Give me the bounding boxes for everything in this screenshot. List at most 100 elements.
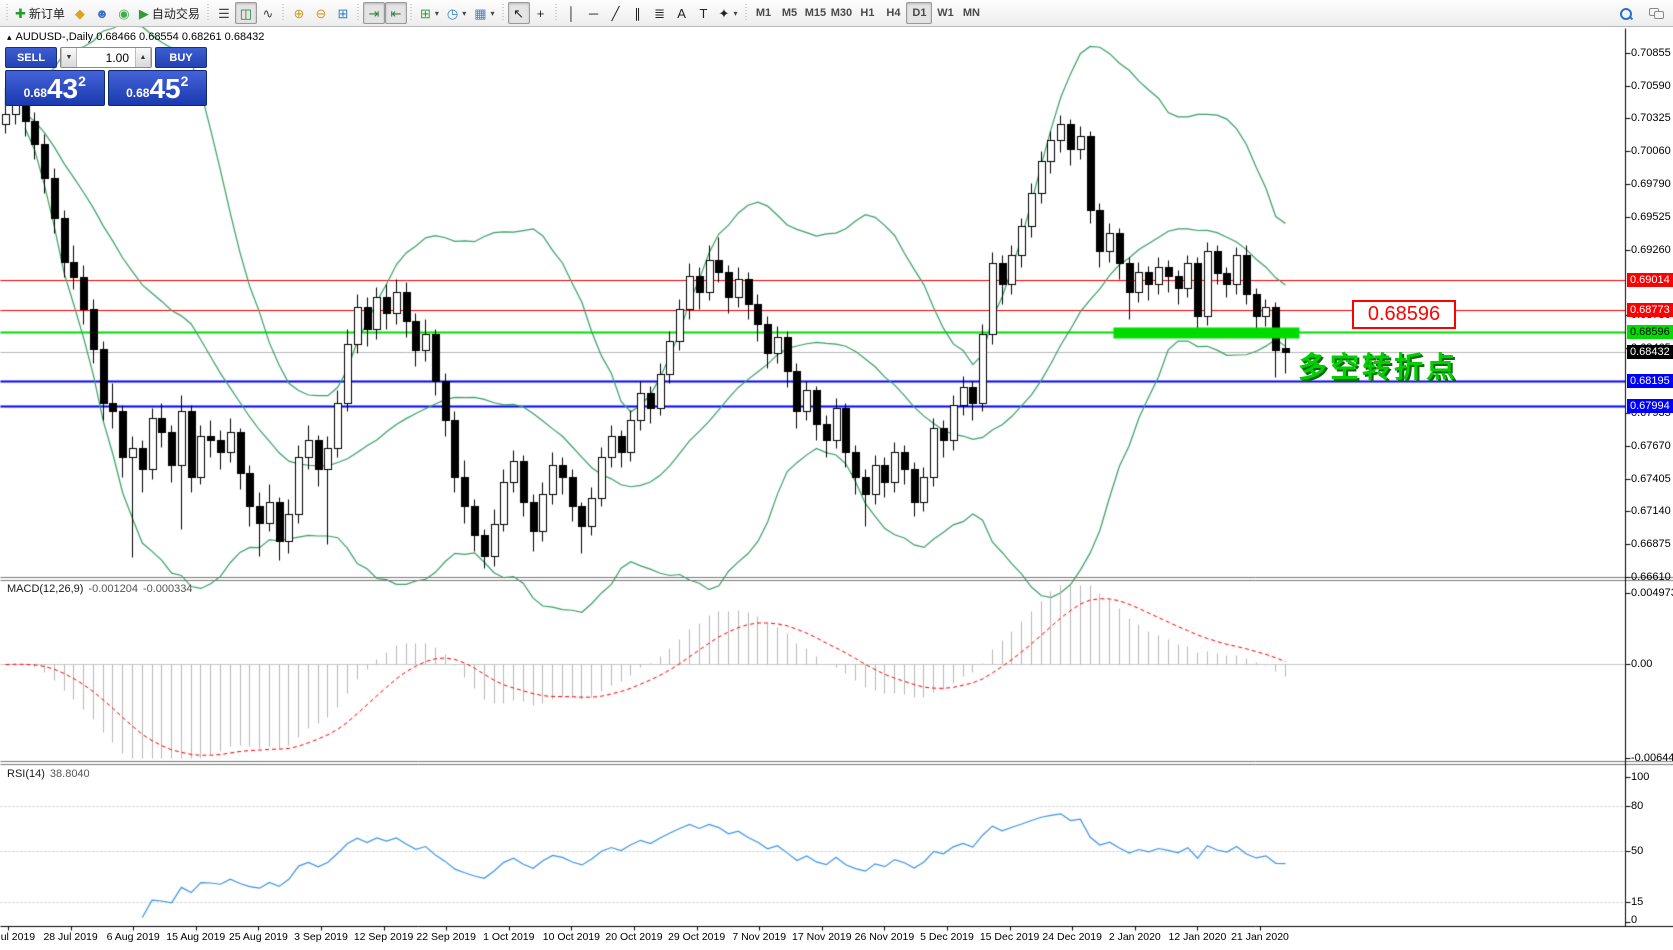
line-chart-icon: ∿ <box>262 7 273 20</box>
price-annotation-box[interactable]: 0.68596 <box>1352 300 1456 329</box>
toolbar-grip <box>281 4 286 22</box>
buy-price-display[interactable]: 0.68 45 2 <box>108 70 208 106</box>
text-icon: A <box>677 7 686 20</box>
chart-shift-button[interactable]: ⇤ <box>385 2 407 24</box>
volume-down-button[interactable]: ▼ <box>61 48 77 67</box>
timeframe-button-h4[interactable]: H4 <box>880 2 906 24</box>
timeframe-button-m1[interactable]: M1 <box>750 2 776 24</box>
toolbar-right <box>1615 0 1667 27</box>
vertical-line-icon: │ <box>567 7 575 20</box>
sell-price-prefix: 0.68 <box>24 86 47 100</box>
trendline-button[interactable]: ╱ <box>605 2 627 24</box>
search-icon <box>1620 8 1632 20</box>
toolbar-grip <box>4 4 9 22</box>
template-button[interactable]: ▦▾ <box>470 2 498 24</box>
crosshair-icon: + <box>537 7 545 20</box>
chevron-down-icon: ▾ <box>462 9 466 18</box>
vertical-line-button[interactable]: │ <box>561 2 583 24</box>
chat-icon <box>1649 8 1663 19</box>
autotrading-button-label: 自动交易 <box>152 5 200 22</box>
period-button[interactable]: ◷▾ <box>443 2 470 24</box>
chat-button[interactable] <box>1645 3 1667 25</box>
new-chart-button[interactable]: ⊞▾ <box>416 2 443 24</box>
bar-chart-icon: ☰ <box>218 7 230 20</box>
zoom-out-icon: ⊖ <box>315 7 326 20</box>
candlestick-chart-button[interactable]: ◫ <box>235 2 257 24</box>
label-button[interactable]: T <box>693 2 715 24</box>
signals-button[interactable]: ◉ <box>113 2 135 24</box>
volume-input[interactable] <box>77 48 135 67</box>
new-chart-icon: ⊞ <box>420 7 431 20</box>
toolbar-grip <box>206 4 211 22</box>
channel-icon: ∥ <box>634 7 641 20</box>
period-icon: ◷ <box>447 7 458 20</box>
new-order-button-label: 新订单 <box>29 5 65 22</box>
volume-control: ▼ ▲ <box>60 47 152 68</box>
autotrading-button[interactable]: ▶自动交易 <box>135 2 204 24</box>
trendline-icon: ╱ <box>612 7 620 20</box>
sell-button[interactable]: SELL <box>5 47 57 68</box>
turning-point-annotation[interactable]: 多空转折点 <box>1298 344 1458 386</box>
zoom-in-icon: ⊕ <box>293 7 304 20</box>
line-chart-button[interactable]: ∿ <box>257 2 279 24</box>
zoom-in-button[interactable]: ⊕ <box>288 2 310 24</box>
tile-windows-button[interactable]: ⊞ <box>332 2 354 24</box>
template-icon: ▦ <box>474 7 486 20</box>
cursor-icon: ↖ <box>513 7 524 20</box>
one-click-trade-panel: SELL ▼ ▲ BUY 0.68 43 2 0.68 45 2 <box>5 47 207 106</box>
volume-up-button[interactable]: ▲ <box>135 48 151 67</box>
tile-windows-icon: ⊞ <box>337 7 348 20</box>
market-watch-button[interactable]: ☻ <box>91 2 113 24</box>
timeframe-button-mn[interactable]: MN <box>958 2 984 24</box>
timeframe-button-d1[interactable]: D1 <box>906 2 932 24</box>
toolbar-grip <box>501 4 506 22</box>
timeframe-button-w1[interactable]: W1 <box>932 2 958 24</box>
chevron-down-icon: ▾ <box>435 9 439 18</box>
horizontal-line-icon: ─ <box>589 7 598 20</box>
price-chart-canvas[interactable] <box>0 0 1673 950</box>
signals-icon: ◉ <box>118 7 129 20</box>
chevron-down-icon: ▾ <box>733 9 737 18</box>
toolbar-grip <box>743 4 748 22</box>
new-order-button[interactable]: ✚新订单 <box>11 2 69 24</box>
toolbar: ✚新订单◆☻◉▶自动交易☰◫∿⊕⊖⊞⇥⇤⊞▾◷▾▦▾↖+│─╱∥≣AT✦▾M1M… <box>0 0 1673 27</box>
metaeditor-button[interactable]: ◆ <box>69 2 91 24</box>
candlestick-chart-icon: ◫ <box>240 7 252 20</box>
toolbar-grip <box>409 4 414 22</box>
auto-scroll-icon: ⇥ <box>368 7 379 20</box>
timeframe-button-m15[interactable]: M15 <box>802 2 828 24</box>
timeframe-button-m5[interactable]: M5 <box>776 2 802 24</box>
arrows-button[interactable]: ✦▾ <box>715 2 742 24</box>
label-icon: T <box>700 7 708 20</box>
buy-price-sup: 2 <box>181 73 189 89</box>
chevron-down-icon: ▾ <box>491 9 495 18</box>
fibonacci-icon: ≣ <box>654 7 665 20</box>
search-button[interactable] <box>1615 3 1637 25</box>
bar-chart-button[interactable]: ☰ <box>213 2 235 24</box>
sell-price-main: 43 <box>47 76 78 103</box>
channel-button[interactable]: ∥ <box>627 2 649 24</box>
timeframe-button-m30[interactable]: M30 <box>828 2 854 24</box>
horizontal-line-button[interactable]: ─ <box>583 2 605 24</box>
autotrading-icon: ▶ <box>139 7 149 20</box>
mt4-window: ✚新订单◆☻◉▶自动交易☰◫∿⊕⊖⊞⇥⇤⊞▾◷▾▦▾↖+│─╱∥≣AT✦▾M1M… <box>0 0 1673 950</box>
timeframe-button-h1[interactable]: H1 <box>854 2 880 24</box>
buy-button[interactable]: BUY <box>155 47 207 68</box>
arrows-icon: ✦ <box>719 7 730 20</box>
buy-price-main: 45 <box>149 76 180 103</box>
market-watch-icon: ☻ <box>95 7 109 20</box>
cursor-button[interactable]: ↖ <box>508 2 530 24</box>
auto-scroll-button[interactable]: ⇥ <box>363 2 385 24</box>
text-button[interactable]: A <box>671 2 693 24</box>
fibonacci-button[interactable]: ≣ <box>649 2 671 24</box>
buy-price-prefix: 0.68 <box>126 86 149 100</box>
toolbar-grip <box>554 4 559 22</box>
toolbar-grip <box>356 4 361 22</box>
sell-price-sup: 2 <box>78 73 86 89</box>
crosshair-button[interactable]: + <box>530 2 552 24</box>
sell-price-display[interactable]: 0.68 43 2 <box>5 70 105 106</box>
metaeditor-icon: ◆ <box>75 7 85 20</box>
new-order-icon: ✚ <box>15 7 26 20</box>
chart-shift-icon: ⇤ <box>390 7 401 20</box>
zoom-out-button[interactable]: ⊖ <box>310 2 332 24</box>
